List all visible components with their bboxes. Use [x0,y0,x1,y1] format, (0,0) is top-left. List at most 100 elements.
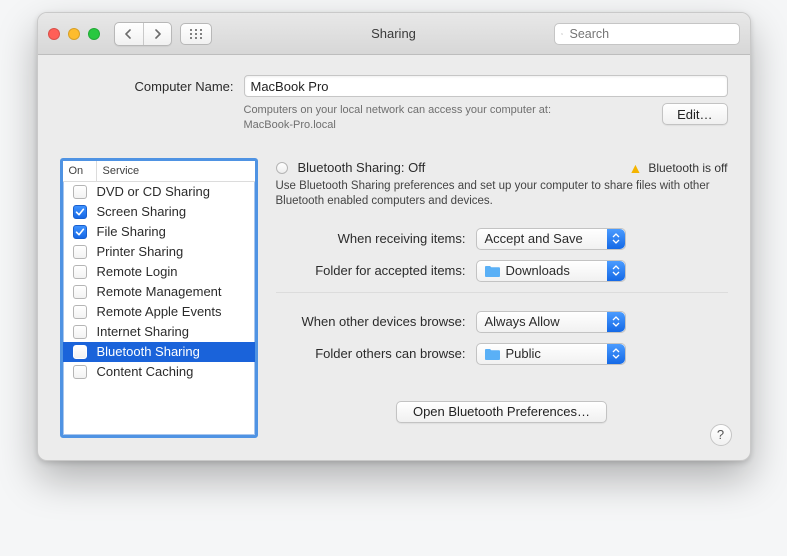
edit-hostname-button[interactable]: Edit… [662,103,727,125]
accepted-folder-row: Folder for accepted items: Downloads [276,260,728,282]
back-button[interactable] [115,23,143,45]
service-row[interactable]: Content Caching [63,362,255,382]
forward-button[interactable] [143,23,171,45]
service-checkbox-cell [63,365,97,379]
service-label: DVD or CD Sharing [97,184,210,199]
accepted-folder-popup[interactable]: Downloads [476,260,626,282]
search-field[interactable] [554,23,740,45]
detail-header: Bluetooth Sharing: Off ▲ Bluetooth is of… [276,160,728,176]
browse-folder-popup[interactable]: Public [476,343,626,365]
computer-hostname: MacBook-Pro.local [244,118,552,133]
bluetooth-warning: ▲ Bluetooth is off [628,160,727,176]
computer-name-label: Computer Name: [74,79,234,94]
service-checkbox[interactable] [73,345,87,359]
computer-name-description: Computers on your local network can acce… [244,103,552,134]
chevron-right-icon [153,29,162,39]
receiving-items-value: Accept and Save [485,231,583,246]
service-checkbox-cell [63,265,97,279]
computer-name-subrow: Computers on your local network can acce… [60,103,728,134]
help-button[interactable]: ? [710,424,732,446]
zoom-window-button[interactable] [88,28,100,40]
browse-folder-label: Folder others can browse: [276,346,476,361]
service-row[interactable]: Remote Apple Events [63,302,255,322]
devices-browse-label: When other devices browse: [276,314,476,329]
updown-arrows-icon [607,344,625,364]
folder-icon [485,265,500,277]
col-header-service: Service [97,161,255,181]
traffic-lights [48,28,100,40]
main-columns: On Service DVD or CD Sharing Screen Shari… [60,158,728,438]
service-checkbox-cell [63,185,97,199]
detail-description: Use Bluetooth Sharing preferences and se… [276,179,728,210]
sharing-prefpane-window: Sharing Computer Name: Computers on your… [37,12,751,461]
service-checkbox-cell [63,245,97,259]
titlebar: Sharing [38,13,750,55]
service-checkbox[interactable] [73,265,87,279]
service-row[interactable]: File Sharing [63,222,255,242]
close-window-button[interactable] [48,28,60,40]
show-all-button[interactable] [180,23,212,45]
services-list[interactable]: On Service DVD or CD Sharing Screen Shari… [60,158,258,438]
service-checkbox[interactable] [73,205,87,219]
service-row[interactable]: Screen Sharing [63,202,255,222]
folder-icon [485,348,500,360]
accepted-folder-label: Folder for accepted items: [276,263,476,278]
devices-browse-popup[interactable]: Always Allow [476,311,626,333]
service-row[interactable]: Printer Sharing [63,242,255,262]
search-icon [561,28,563,40]
service-checkbox-cell [63,225,97,239]
warning-icon: ▲ [628,160,642,176]
service-label: Internet Sharing [97,324,190,339]
service-checkbox[interactable] [73,225,87,239]
window-body: Computer Name: Computers on your local n… [38,55,750,460]
service-row[interactable]: DVD or CD Sharing [63,182,255,202]
service-checkbox-cell [63,285,97,299]
services-list-header: On Service [63,161,255,182]
services-list-body: DVD or CD Sharing Screen Sharing File Shar… [63,182,255,435]
minimize-window-button[interactable] [68,28,80,40]
chevron-left-icon [124,29,133,39]
bluetooth-warning-text: Bluetooth is off [648,161,727,175]
service-checkbox[interactable] [73,325,87,339]
computer-name-input[interactable] [244,75,728,97]
receiving-items-popup[interactable]: Accept and Save [476,228,626,250]
service-checkbox-cell [63,345,97,359]
service-enable-indicator[interactable] [276,162,288,174]
service-checkbox[interactable] [73,185,87,199]
browse-folder-value: Public [506,346,541,361]
detail-panel: Bluetooth Sharing: Off ▲ Bluetooth is of… [276,158,728,438]
service-label: Screen Sharing [97,204,187,219]
browse-folder-row: Folder others can browse: Public [276,343,728,365]
col-header-on: On [63,161,97,181]
nav-back-forward [114,22,172,46]
computer-name-row: Computer Name: [60,75,728,97]
devices-browse-row: When other devices browse: Always Allow [276,311,728,333]
service-row[interactable]: Remote Management [63,282,255,302]
service-label: Remote Login [97,264,178,279]
service-row[interactable]: Bluetooth Sharing [63,342,255,362]
service-label: Remote Management [97,284,222,299]
service-checkbox[interactable] [73,305,87,319]
updown-arrows-icon [607,312,625,332]
receiving-items-row: When receiving items: Accept and Save [276,228,728,250]
service-label: Remote Apple Events [97,304,222,319]
updown-arrows-icon [607,261,625,281]
service-label: Printer Sharing [97,244,184,259]
service-checkbox-cell [63,305,97,319]
accepted-folder-value: Downloads [506,263,570,278]
devices-browse-value: Always Allow [485,314,560,329]
open-bluetooth-prefs-button[interactable]: Open Bluetooth Preferences… [396,401,607,423]
search-input[interactable] [568,26,733,42]
service-checkbox-cell [63,205,97,219]
receiving-items-label: When receiving items: [276,231,476,246]
service-row[interactable]: Remote Login [63,262,255,282]
service-checkbox[interactable] [73,245,87,259]
open-bluetooth-row: Open Bluetooth Preferences… [276,401,728,423]
service-label: Bluetooth Sharing [97,344,200,359]
service-checkbox[interactable] [73,365,87,379]
service-checkbox[interactable] [73,285,87,299]
service-row[interactable]: Internet Sharing [63,322,255,342]
grid-icon [189,28,203,40]
service-label: Content Caching [97,364,194,379]
service-label: File Sharing [97,224,166,239]
